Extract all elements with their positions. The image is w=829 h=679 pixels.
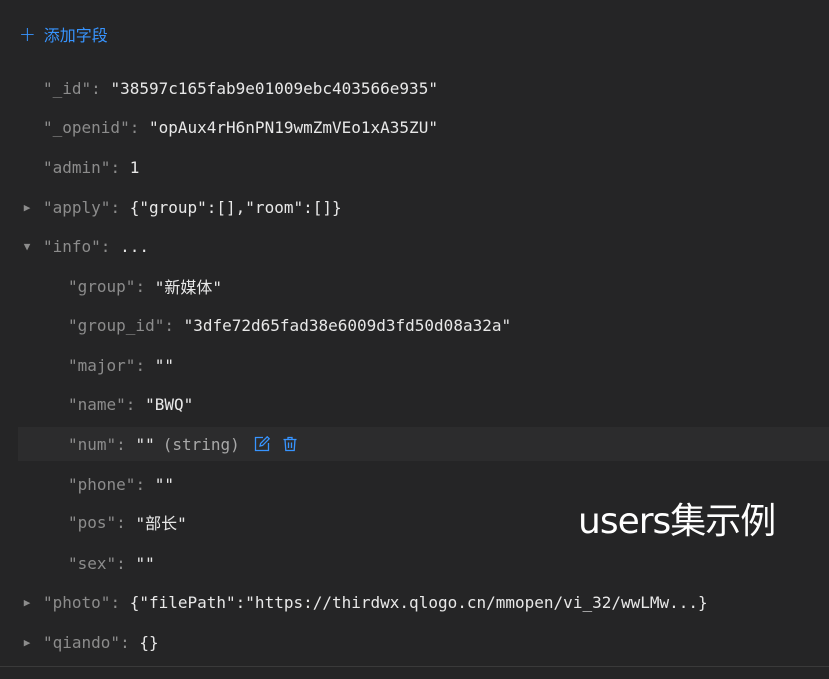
- colon: :: [135, 355, 155, 375]
- field-row-info-num[interactable]: "num": "" (string): [18, 427, 829, 461]
- colon: :: [164, 315, 184, 335]
- field-key: "_openid": [43, 117, 130, 137]
- add-field-label: 添加字段: [43, 26, 108, 45]
- colon: :: [110, 157, 130, 177]
- caret-down-icon[interactable]: ▼: [18, 229, 36, 263]
- overlay-caption: users集示例: [578, 501, 776, 542]
- field-key: "info": [43, 236, 101, 256]
- field-row-qiandao[interactable]: ▶ "qiando": {}: [18, 625, 829, 659]
- field-key: "_id": [43, 78, 92, 98]
- colon: :: [100, 236, 121, 256]
- field-row-info[interactable]: ▼ "info": ...: [18, 229, 829, 263]
- caret-right-icon[interactable]: ▶: [18, 625, 36, 659]
- field-value[interactable]: "": [135, 554, 154, 573]
- field-value[interactable]: {"filePath":"https://thirdwx.qlogo.cn/mm…: [130, 593, 708, 612]
- field-value: ...: [120, 236, 149, 256]
- field-key: "name": [68, 394, 126, 414]
- field-value[interactable]: {}: [139, 633, 158, 652]
- field-key: "pos": [68, 512, 117, 532]
- colon: :: [116, 434, 136, 454]
- field-value[interactable]: "": [155, 356, 174, 375]
- field-value[interactable]: "": [135, 435, 154, 454]
- field-row-info-sex[interactable]: "sex": "": [18, 546, 829, 580]
- field-row-info-group[interactable]: "group": "新媒体": [18, 269, 829, 303]
- field-value[interactable]: "": [155, 475, 174, 494]
- field-value[interactable]: "opAux4rH6nPN19wmZmVEo1xA35ZU": [149, 118, 438, 137]
- divider: [0, 666, 829, 667]
- plus-icon: +: [19, 22, 36, 46]
- field-value[interactable]: 1: [130, 158, 140, 177]
- colon: :: [110, 197, 130, 217]
- field-row-info-major[interactable]: "major": "": [18, 348, 829, 382]
- field-key: "num": [68, 434, 117, 454]
- field-key: "phone": [68, 474, 136, 494]
- field-key: "apply": [43, 197, 111, 217]
- field-row-id[interactable]: "_id": "38597c165fab9e01009ebc403566e935…: [18, 71, 829, 105]
- field-key: "qiando": [43, 632, 121, 652]
- colon: :: [120, 632, 140, 652]
- colon: :: [135, 276, 155, 296]
- colon: :: [116, 512, 136, 532]
- field-value[interactable]: "部长": [135, 510, 186, 534]
- field-key: "admin": [43, 157, 111, 177]
- colon: :: [135, 474, 155, 494]
- field-value[interactable]: "3dfe72d65fad38e6009d3fd50d08a32a": [184, 316, 512, 335]
- field-row-photo[interactable]: ▶ "photo": {"filePath":"https://thirdwx.…: [18, 585, 829, 619]
- field-row-info-group-id[interactable]: "group_id": "3dfe72d65fad38e6009d3fd50d0…: [18, 308, 829, 342]
- field-value[interactable]: "BWQ": [145, 395, 193, 414]
- field-type-label: (string): [162, 434, 240, 454]
- edit-icon[interactable]: [254, 436, 270, 452]
- field-row-openid[interactable]: "_openid": "opAux4rH6nPN19wmZmVEo1xA35ZU…: [18, 110, 829, 144]
- trash-icon[interactable]: [282, 436, 298, 452]
- caret-right-icon[interactable]: ▶: [18, 190, 36, 224]
- field-key: "major": [68, 355, 136, 375]
- caret-right-icon[interactable]: ▶: [18, 585, 36, 619]
- field-row-info-name[interactable]: "name": "BWQ": [18, 387, 829, 421]
- field-value[interactable]: "新媒体": [155, 274, 222, 298]
- field-key: "sex": [68, 553, 117, 573]
- field-value[interactable]: {"group":[],"room":[]}: [130, 198, 342, 217]
- colon: :: [91, 78, 111, 98]
- colon: :: [110, 592, 130, 612]
- field-key: "group": [68, 276, 136, 296]
- colon: :: [129, 117, 149, 137]
- field-value[interactable]: "38597c165fab9e01009ebc403566e935": [110, 79, 438, 98]
- field-key: "photo": [43, 592, 111, 612]
- add-field-button[interactable]: + 添加字段: [19, 22, 108, 46]
- colon: :: [116, 553, 136, 573]
- field-key: "group_id": [68, 315, 165, 335]
- field-row-admin[interactable]: "admin": 1: [18, 150, 829, 184]
- colon: :: [125, 394, 146, 414]
- field-row-apply[interactable]: ▶ "apply": {"group":[],"room":[]}: [18, 190, 829, 224]
